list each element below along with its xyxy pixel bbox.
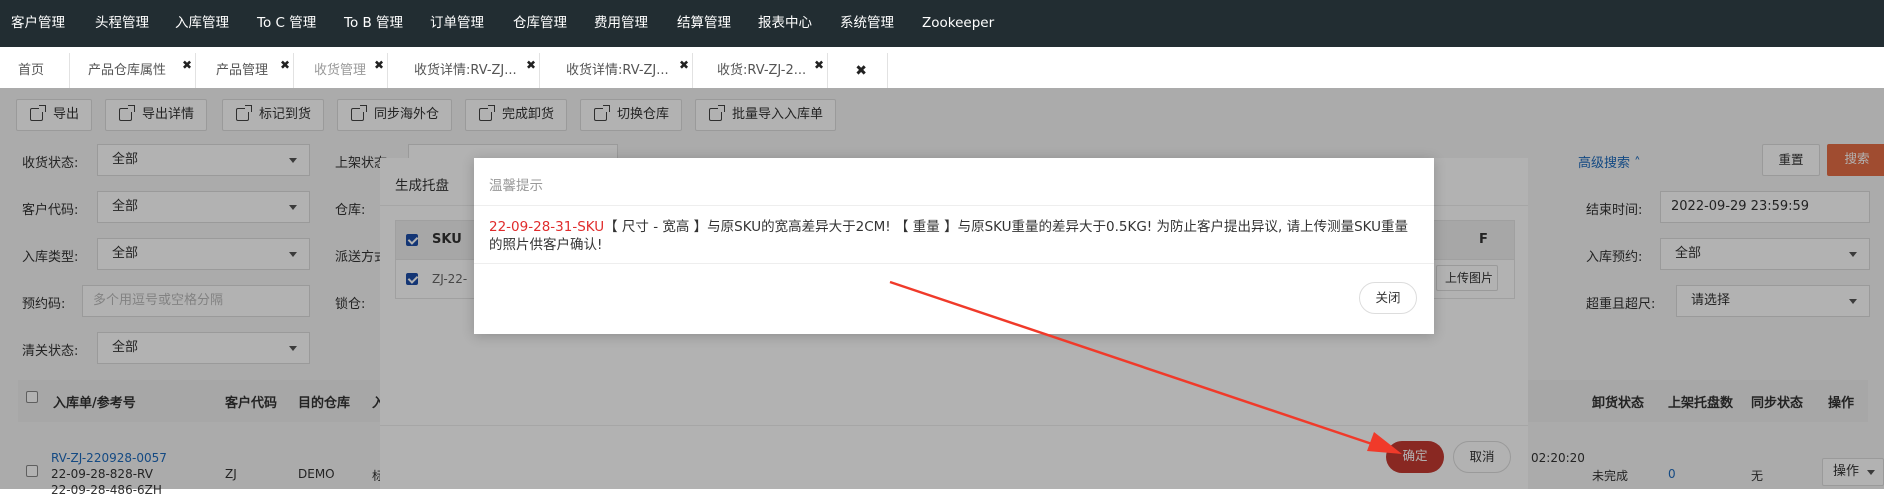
arrow-line bbox=[889, 280, 1379, 448]
annotation-arrow-icon bbox=[889, 280, 1402, 454]
arrow-head bbox=[1367, 432, 1402, 454]
